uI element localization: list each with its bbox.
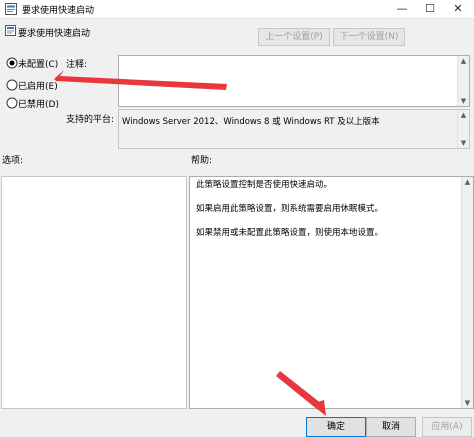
next-setting-button[interactable]: 下一个设置(N): [333, 28, 405, 46]
maximize-icon: ☐: [425, 2, 435, 15]
platform-box: Windows Server 2012、Windows 8 或 Windows …: [118, 109, 470, 149]
cancel-button[interactable]: 取消: [366, 417, 416, 437]
radio-disabled[interactable]: [6, 97, 18, 109]
scroll-down-icon[interactable]: ▼: [458, 97, 469, 105]
radio-enabled[interactable]: [6, 79, 18, 91]
platform-value: Windows Server 2012、Windows 8 或 Windows …: [122, 117, 380, 127]
policy-setting-icon: [5, 25, 16, 36]
ok-button[interactable]: 确定: [306, 417, 366, 437]
help-paragraph: 如果禁用或未配置此策略设置，则使用本地设置。: [196, 228, 384, 238]
help-paragraph: 此策略设置控制是否使用快速启动。: [196, 180, 333, 190]
close-icon: ✕: [453, 2, 463, 15]
policy-name: 要求使用快速启动: [18, 29, 91, 39]
close-button[interactable]: ✕: [444, 0, 472, 18]
previous-setting-button[interactable]: 上一个设置(P): [258, 28, 330, 46]
scroll-down-icon[interactable]: ▼: [462, 399, 473, 407]
radio-label-not-configured: 未配置(C): [18, 60, 59, 70]
platform-scrollbar[interactable]: ▲ ▼: [457, 110, 469, 148]
radio-not-configured[interactable]: [6, 57, 18, 69]
options-label: 选项:: [2, 156, 24, 166]
comment-label: 注释:: [66, 60, 88, 70]
help-pane: 此策略设置控制是否使用快速启动。 如果启用此策略设置，则系统需要启用休眠模式。 …: [189, 176, 474, 409]
help-paragraph: 如果启用此策略设置，则系统需要启用休眠模式。: [196, 204, 384, 214]
help-scrollbar[interactable]: ▲ ▼: [461, 177, 473, 408]
scroll-up-icon[interactable]: ▲: [458, 111, 469, 119]
radio-label-disabled: 已禁用(D): [18, 100, 59, 110]
options-pane: [1, 176, 187, 409]
radio-label-enabled: 已启用(E): [18, 82, 58, 92]
policy-icon: [5, 3, 17, 15]
comment-scrollbar[interactable]: ▲ ▼: [457, 56, 469, 106]
help-label: 帮助:: [191, 156, 213, 166]
minimize-icon: —: [396, 2, 408, 15]
scroll-up-icon[interactable]: ▲: [458, 57, 469, 65]
scroll-down-icon[interactable]: ▼: [458, 139, 469, 147]
maximize-button[interactable]: ☐: [416, 0, 444, 18]
apply-button[interactable]: 应用(A): [422, 417, 472, 437]
window-title: 要求使用快速启动: [22, 6, 95, 16]
platform-label: 支持的平台:: [66, 115, 115, 125]
scroll-up-icon[interactable]: ▲: [462, 178, 473, 186]
comment-textbox[interactable]: ▲ ▼: [118, 55, 470, 107]
minimize-button[interactable]: —: [388, 0, 416, 18]
